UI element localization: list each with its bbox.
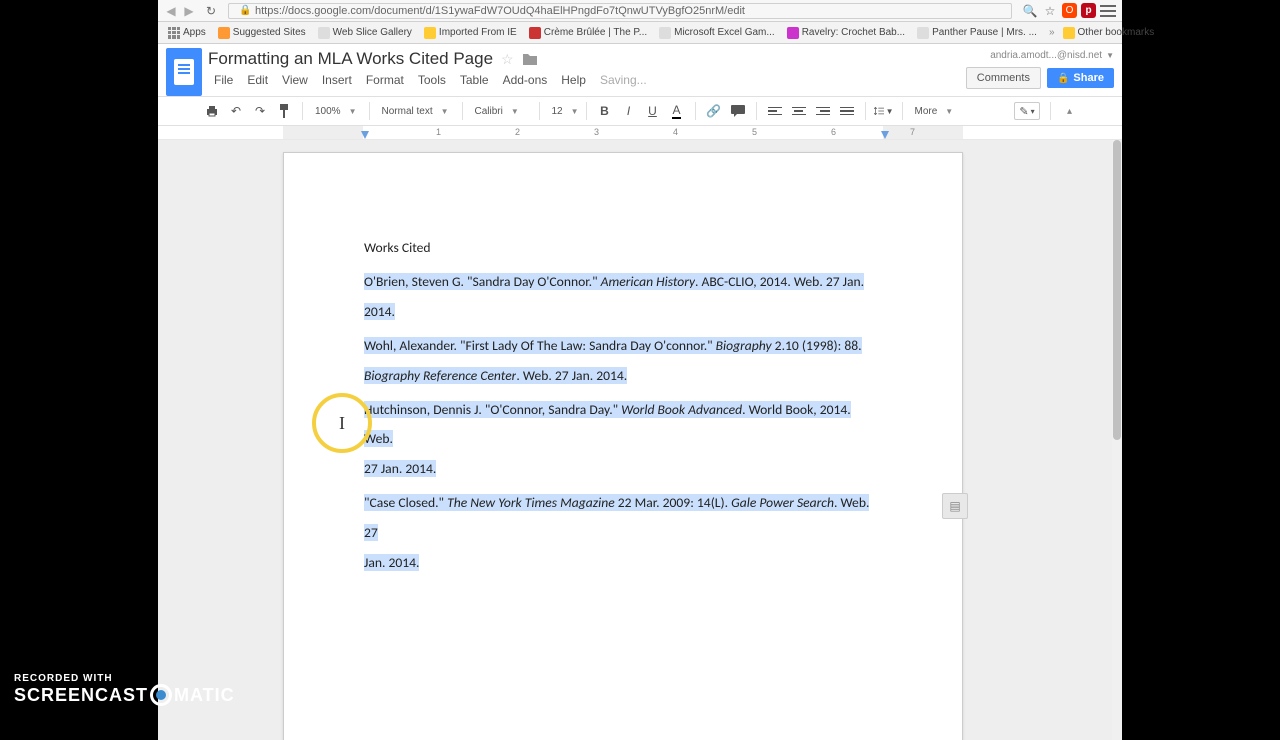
favicon-icon	[787, 27, 799, 39]
pinterest-icon[interactable]: p	[1081, 3, 1096, 18]
document-page[interactable]: Works Cited O'Brien, Steven G. "Sandra D…	[283, 152, 963, 740]
address-bar[interactable]: 🔒 https://docs.google.com/document/d/1S1…	[228, 3, 1012, 19]
apps-icon	[168, 27, 180, 39]
watermark-line1: RECORDED WITH	[14, 673, 235, 684]
lock-icon: 🔒	[1057, 73, 1069, 84]
favicon-icon	[917, 27, 929, 39]
explore-icon[interactable]: ▤	[942, 493, 968, 519]
heading-text: Works Cited	[364, 233, 882, 263]
menu-format[interactable]: Format	[360, 71, 410, 89]
more-button[interactable]: More▼	[911, 106, 958, 117]
undo-icon[interactable]: ↶	[226, 101, 246, 121]
share-button[interactable]: 🔒Share	[1047, 68, 1114, 88]
collapse-toolbar-icon[interactable]: ▴	[1061, 106, 1078, 117]
bookmark-item[interactable]: Crème Brûlée | The P...	[525, 25, 651, 41]
bookmark-item[interactable]: Microsoft Excel Gam...	[655, 25, 779, 41]
vertical-scrollbar[interactable]	[1112, 140, 1122, 740]
print-icon[interactable]	[202, 101, 222, 121]
favicon-icon	[659, 27, 671, 39]
reload-icon[interactable]: ↻	[204, 4, 218, 18]
line-spacing-icon[interactable]: ▼	[874, 101, 894, 121]
menu-edit[interactable]: Edit	[241, 71, 274, 89]
favicon-icon	[424, 27, 436, 39]
bookmark-overflow-icon[interactable]: »	[1049, 27, 1055, 38]
underline-icon[interactable]: U	[643, 101, 663, 121]
bookmark-item[interactable]: Ravelry: Crochet Bab...	[783, 25, 909, 41]
menu-addons[interactable]: Add-ons	[497, 71, 554, 89]
menu-table[interactable]: Table	[454, 71, 495, 89]
chrome-menu-icon[interactable]	[1100, 5, 1116, 17]
bookmarks-bar: Apps Suggested Sites Web Slice Gallery I…	[158, 22, 1122, 44]
menu-view[interactable]: View	[276, 71, 314, 89]
scrollbar-thumb[interactable]	[1113, 140, 1121, 440]
docs-logo-icon[interactable]	[166, 48, 202, 96]
docs-header: Formatting an MLA Works Cited Page ☆ Fil…	[158, 44, 1122, 96]
citation-line: Wohl, Alexander. "First Lady Of The Law:…	[364, 331, 882, 391]
favicon-icon	[318, 27, 330, 39]
align-left-icon[interactable]	[765, 101, 785, 121]
editing-mode-button[interactable]: ✎ ▾	[1014, 102, 1040, 120]
other-bookmarks[interactable]: Other bookmarks	[1059, 25, 1159, 41]
zoom-dropdown[interactable]: 100%▼	[311, 106, 361, 117]
menu-insert[interactable]: Insert	[316, 71, 358, 89]
menu-help[interactable]: Help	[555, 71, 592, 89]
menu-tools[interactable]: Tools	[412, 71, 452, 89]
font-size-dropdown[interactable]: 12▼	[548, 106, 578, 117]
star-icon[interactable]: ☆	[501, 51, 514, 68]
folder-icon	[1063, 27, 1075, 39]
user-account[interactable]: andria.amodt...@nisd.net▼	[990, 50, 1114, 61]
menu-bar: File Edit View Insert Format Tools Table…	[208, 70, 966, 90]
toolbar: ↶ ↷ 100%▼ Normal text▼ Calibri▼ 12▼ B I …	[158, 96, 1122, 126]
favicon-icon	[529, 27, 541, 39]
saving-status: Saving...	[594, 71, 653, 89]
italic-icon[interactable]: I	[619, 101, 639, 121]
url-text: https://docs.google.com/document/d/1S1yw…	[251, 3, 1007, 19]
link-icon[interactable]: 🔗	[704, 101, 724, 121]
apps-button[interactable]: Apps	[164, 25, 210, 41]
watermark-brand-a: SCREENCAST	[14, 685, 148, 706]
lock-icon: 🔒	[239, 5, 251, 17]
paint-format-icon[interactable]	[274, 101, 294, 121]
ruler[interactable]: 1 2 3 4 5 6 7	[158, 126, 1122, 140]
bookmark-item[interactable]: Panther Pause | Mrs. ...	[913, 25, 1041, 41]
citation-line: "Case Closed." The New York Times Magazi…	[364, 488, 882, 578]
watermark-brand-b: MATIC	[174, 685, 235, 706]
text-style-dropdown[interactable]: Normal text▼	[378, 106, 454, 117]
favicon-icon	[218, 27, 230, 39]
bookmark-item[interactable]: Web Slice Gallery	[314, 25, 416, 41]
comments-button[interactable]: Comments	[966, 67, 1041, 89]
zoom-icon[interactable]: 🔍	[1022, 3, 1038, 19]
text-color-icon[interactable]: A	[667, 101, 687, 121]
forward-icon[interactable]: ▶	[182, 4, 196, 18]
bold-icon[interactable]: B	[595, 101, 615, 121]
comment-icon[interactable]	[728, 101, 748, 121]
align-justify-icon[interactable]	[837, 101, 857, 121]
bookmark-star-icon[interactable]: ☆	[1042, 3, 1058, 19]
citation-line: Hutchinson, Dennis J. "O'Connor, Sandra …	[364, 395, 882, 485]
align-right-icon[interactable]	[813, 101, 833, 121]
document-canvas: Works Cited O'Brien, Steven G. "Sandra D…	[158, 140, 1122, 740]
watermark-circle-icon	[150, 684, 172, 706]
redo-icon[interactable]: ↷	[250, 101, 270, 121]
extension-icon[interactable]: O	[1062, 3, 1077, 18]
move-folder-icon[interactable]	[522, 52, 538, 66]
align-center-icon[interactable]	[789, 101, 809, 121]
bookmark-item[interactable]: Suggested Sites	[214, 25, 310, 41]
highlight-circle-icon: I	[312, 393, 372, 453]
back-icon[interactable]: ◀	[164, 4, 178, 18]
browser-nav-bar: ◀ ▶ ↻ 🔒 https://docs.google.com/document…	[158, 0, 1122, 22]
font-dropdown[interactable]: Calibri▼	[471, 106, 531, 117]
menu-file[interactable]: File	[208, 71, 239, 89]
citation-line: O'Brien, Steven G. "Sandra Day O'Connor.…	[364, 267, 882, 327]
bookmark-item[interactable]: Imported From IE	[420, 25, 521, 41]
document-title[interactable]: Formatting an MLA Works Cited Page	[208, 49, 493, 69]
watermark: RECORDED WITH SCREENCAST MATIC	[14, 673, 235, 706]
